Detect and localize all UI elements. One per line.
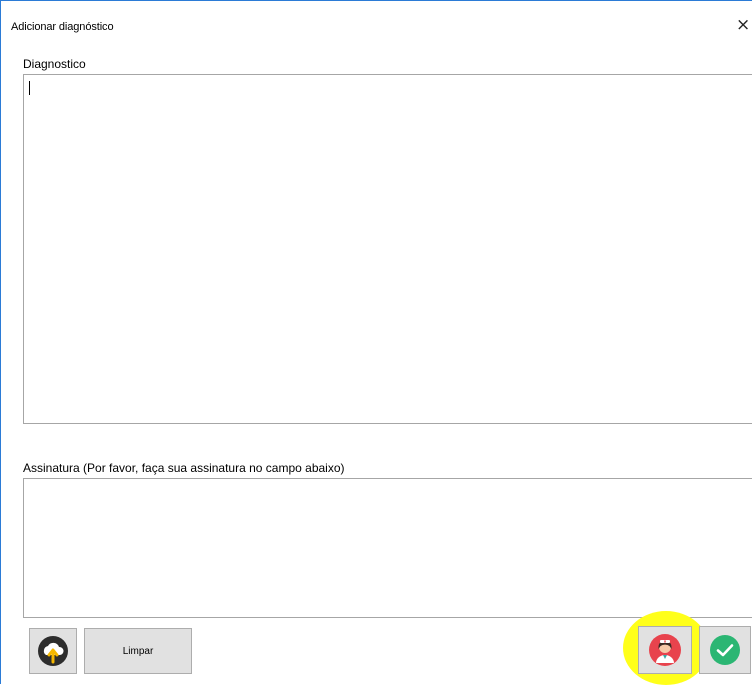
confirm-button[interactable] bbox=[699, 626, 751, 674]
signature-label: Assinatura (Por favor, faça sua assinatu… bbox=[23, 461, 345, 475]
title-bar: Adicionar diagnóstico × bbox=[1, 1, 752, 35]
check-circle-icon bbox=[710, 635, 740, 665]
signature-pad[interactable] bbox=[23, 478, 752, 618]
diagnosis-textarea[interactable] bbox=[23, 74, 752, 424]
add-diagnosis-dialog: Adicionar diagnóstico × Diagnostico Assi… bbox=[0, 0, 752, 685]
upload-button[interactable] bbox=[29, 628, 77, 674]
close-button[interactable]: × bbox=[736, 16, 752, 34]
doctor-profile-button[interactable] bbox=[638, 626, 692, 674]
clear-button[interactable]: Limpar bbox=[84, 628, 192, 674]
text-caret bbox=[29, 81, 30, 95]
doctor-avatar-icon bbox=[649, 634, 681, 666]
diagnosis-label: Diagnostico bbox=[23, 57, 86, 71]
cloud-upload-icon bbox=[38, 636, 68, 666]
dialog-title: Adicionar diagnóstico bbox=[11, 21, 114, 33]
